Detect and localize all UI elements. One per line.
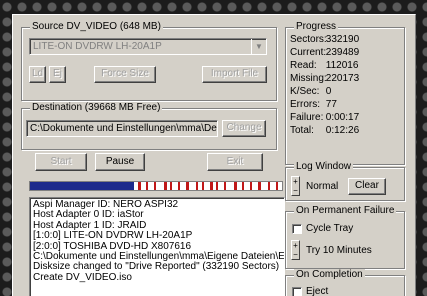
eject-button[interactable]: Ej <box>49 66 66 83</box>
import-file-button[interactable]: Import File <box>202 66 267 83</box>
try-minutes-label: Try 10 Minutes <box>306 245 372 256</box>
spin-down-icon[interactable]: − <box>292 186 299 195</box>
stat-missing: Missing: 220173 <box>290 73 360 84</box>
error-block-mark <box>138 182 141 190</box>
error-block-mark <box>224 182 226 190</box>
error-block-mark <box>178 182 180 190</box>
source-group: Source DV_VIDEO (648 MB) LITE-ON DVDRW L… <box>21 21 277 101</box>
destination-group: Destination (39668 MB Free) C:\Dokumente… <box>21 102 277 150</box>
error-marks <box>138 182 278 190</box>
stat-current: Current: 239489 <box>290 47 360 58</box>
destination-path-value: C:\Dokumente und Einstellungen\mma\Des <box>30 123 218 134</box>
log-line: Create DV_VIDEO.iso <box>33 271 132 283</box>
stat-ksec: K/Sec: 0 <box>290 86 332 97</box>
start-button[interactable]: Start <box>35 153 87 171</box>
log-window-group: Log Window + − Normal Clear <box>285 161 405 201</box>
exit-button[interactable]: Exit <box>207 153 263 171</box>
stat-errors: Errors: 77 <box>290 99 337 110</box>
spin-down-icon[interactable]: − <box>292 250 299 259</box>
eject-checkbox[interactable] <box>292 287 302 296</box>
error-block-mark <box>164 182 167 190</box>
log-list[interactable]: Aspi Manager ID: NERO ASPI32 Host Adapte… <box>29 197 285 296</box>
source-legend: Source DV_VIDEO (648 MB) <box>30 21 163 33</box>
error-block-mark <box>146 182 148 190</box>
chevron-down-icon[interactable]: ▼ <box>251 39 266 54</box>
load-button[interactable]: Ld <box>29 66 46 83</box>
error-block-mark <box>242 182 244 190</box>
error-block-mark <box>216 182 218 190</box>
permanent-failure-group: On Permanent Failure Cycle Tray + − Try … <box>285 205 405 269</box>
progress-legend: Progress <box>294 21 339 33</box>
error-block-mark <box>154 182 156 190</box>
read-progress-bar <box>29 181 283 191</box>
spin-up-icon[interactable]: + <box>292 241 299 250</box>
error-block-mark <box>186 182 189 190</box>
error-block-mark <box>202 182 204 190</box>
log-level-spinner[interactable]: + − <box>291 176 300 196</box>
stat-total: Total: 0:12:26 <box>290 125 360 136</box>
force-size-button[interactable]: Force Size <box>94 66 156 83</box>
stat-read: Read: 112016 <box>290 60 359 71</box>
error-block-mark <box>276 182 278 190</box>
read-blocks-segment <box>30 182 134 190</box>
drive-select[interactable]: LITE-ON DVDRW LH-20A1P ▼ <box>29 38 267 55</box>
cycle-tray-label: Cycle Tray <box>306 223 354 234</box>
stat-sectors: Sectors: 332190 <box>290 34 360 45</box>
eject-label: Eject <box>306 286 329 296</box>
clear-button[interactable]: Clear <box>348 178 386 195</box>
cycle-tray-checkbox[interactable] <box>292 224 302 234</box>
isobuster-window: Source DV_VIDEO (648 MB) LITE-ON DVDRW L… <box>12 14 416 296</box>
error-block-mark <box>210 182 213 190</box>
progress-group: Progress Sectors: 332190 Current: 239489… <box>285 21 405 165</box>
error-block-mark <box>250 182 252 190</box>
destination-path-field[interactable]: C:\Dokumente und Einstellungen\mma\Des <box>26 120 218 137</box>
pause-button[interactable]: Pause <box>95 153 145 171</box>
error-block-mark <box>258 182 261 190</box>
error-block-mark <box>268 182 270 190</box>
destination-legend: Destination (39668 MB Free) <box>30 102 163 114</box>
try-minutes-spinner[interactable]: + − <box>291 240 300 260</box>
permanent-failure-legend: On Permanent Failure <box>294 205 397 217</box>
completion-group: On Completion Eject <box>285 269 405 296</box>
read-progress-map <box>30 182 278 190</box>
change-button[interactable]: Change <box>222 120 266 137</box>
log-window-legend: Log Window <box>294 161 354 173</box>
error-block-mark <box>196 182 198 190</box>
completion-legend: On Completion <box>294 269 365 281</box>
drive-select-value: LITE-ON DVDRW LH-20A1P <box>33 41 162 52</box>
error-block-mark <box>170 182 172 190</box>
log-level-value: Normal <box>306 181 339 192</box>
error-block-mark <box>234 182 237 190</box>
stat-failure: Failure: 0:00:17 <box>290 112 360 123</box>
spin-up-icon[interactable]: + <box>292 177 299 186</box>
